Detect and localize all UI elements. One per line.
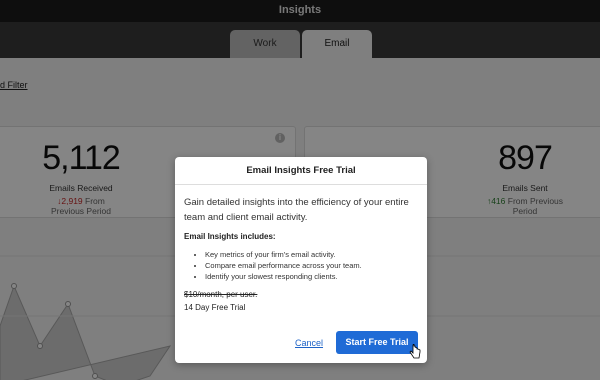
feature-item: Compare email performance across your te… [205,260,420,271]
cancel-button[interactable]: Cancel [295,338,323,348]
feature-item: Key metrics of your firm's email activit… [205,249,420,260]
price-text: $10/month, per user. [184,290,258,299]
hand-pointer-icon [409,344,421,359]
feature-item: Identify your slowest responding clients… [205,271,420,282]
start-free-trial-button[interactable]: Start Free Trial [336,331,418,354]
feature-list: Key metrics of your firm's email activit… [195,249,420,282]
modal-intro: Gain detailed insights into the efficien… [184,197,409,223]
trial-length: 14 Day Free Trial [184,303,246,312]
modal-title: Email Insights Free Trial [175,157,427,185]
free-trial-modal: Email Insights Free Trial Gain detailed … [175,157,427,363]
includes-title: Email Insights includes: [184,232,276,241]
